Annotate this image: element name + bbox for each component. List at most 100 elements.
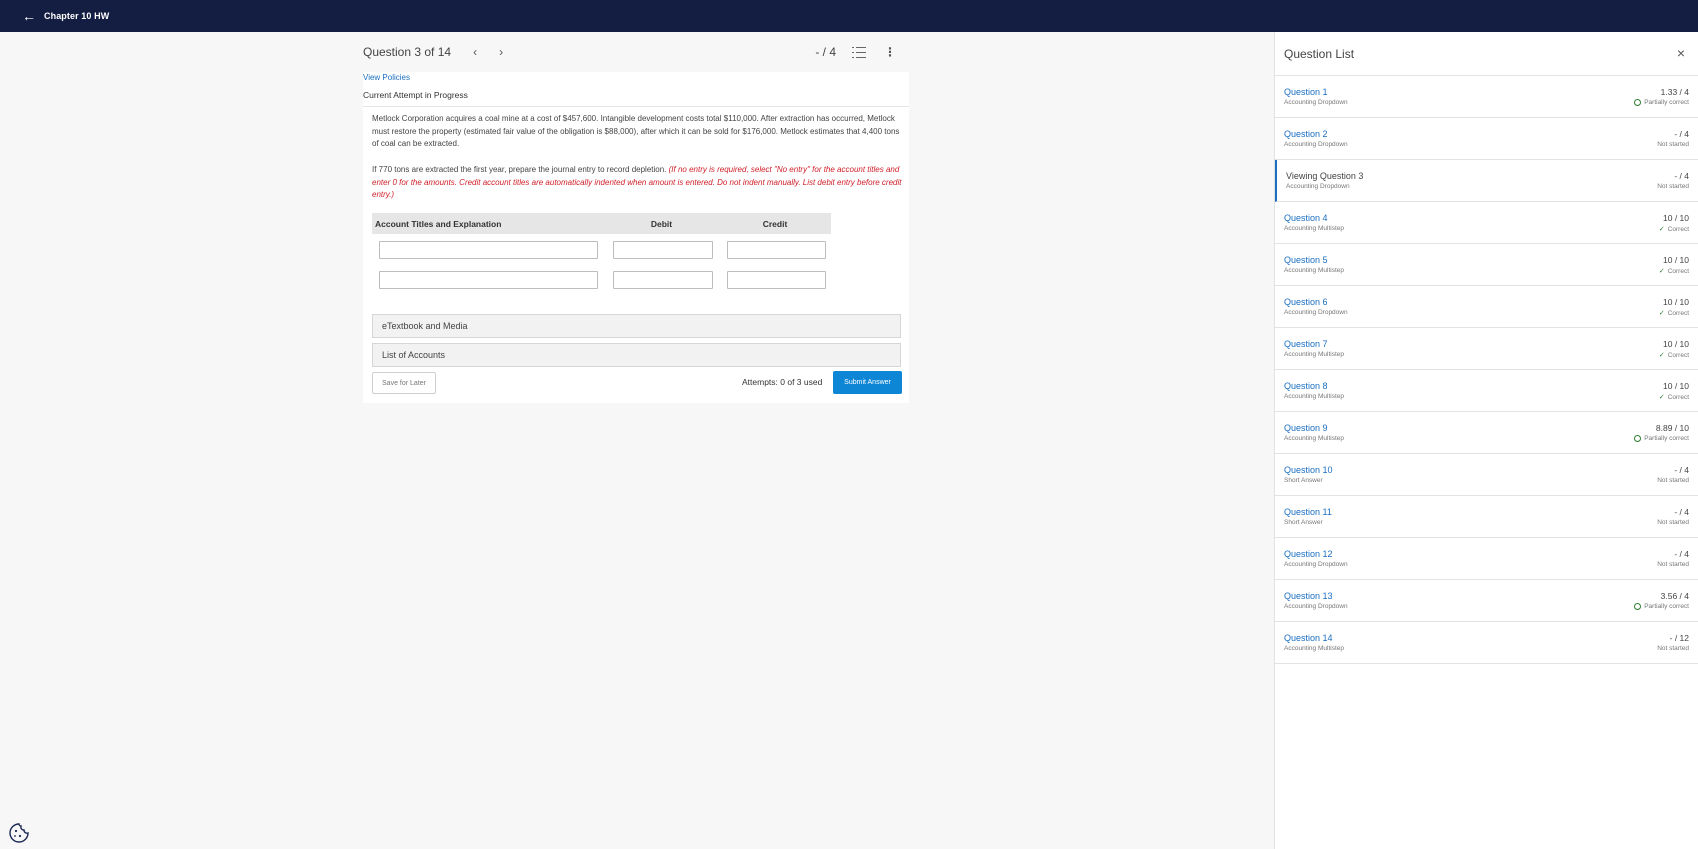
question-list-item[interactable]: Question 8 Accounting Multistep 10 / 10 ✓ Co… [1275,370,1698,412]
question-item-title: Viewing Question 3 [1286,171,1364,181]
question-item-score: 3.56 / 4 [1660,591,1689,601]
attempt-status: Current Attempt in Progress [363,90,468,100]
question-list-item[interactable]: Question 1 Accounting Dropdown 1.33 / 4 Par… [1275,76,1698,118]
question-list-item[interactable]: Question 13 Accounting Dropdown 3.56 / 4 Pa… [1275,580,1698,622]
etextbook-media-accordion[interactable]: eTextbook and Media [372,314,901,338]
question-item-status-text: Correct [1667,351,1689,359]
account-title-input-2[interactable] [379,271,598,289]
back-arrow-icon[interactable]: ← [22,9,36,23]
question-list-item[interactable]: Question 7 Accounting Multistep 10 / 10 ✓ Co… [1275,328,1698,370]
question-divider [363,106,909,107]
question-item-status: Not started [1657,183,1689,190]
question-item-score: 8.89 / 10 [1655,423,1689,433]
prev-question-icon[interactable]: ‹ [473,45,477,59]
question-item-status-text: Partially correct [1644,435,1689,442]
view-policies-link[interactable]: View Policies [363,73,410,82]
question-item-title: Question 1 [1284,87,1328,97]
question-list-item[interactable]: Question 6 Accounting Dropdown 10 / 10 ✓ Cor… [1275,286,1698,328]
journal-row [372,234,831,264]
journal-table-header: Account Titles and Explanation Debit Cre… [372,213,831,234]
debit-input-1[interactable] [613,241,713,259]
question-item-type: Accounting Multistep [1284,435,1344,442]
question-item-status-text: Partially correct [1644,99,1689,106]
checkmark-icon: ✓ [1658,226,1665,233]
submit-answer-button[interactable]: Submit Answer [833,371,902,394]
question-item-status-text: Not started [1657,561,1689,568]
question-item-status-text: Partially correct [1644,603,1689,610]
cookie-settings-icon[interactable] [8,822,30,844]
question-list-header: Question List × [1275,32,1698,76]
question-item-title: Question 4 [1284,213,1328,223]
question-item-type: Accounting Dropdown [1284,309,1348,316]
question-list-item[interactable]: Question 12 Accounting Dropdown - / 4 Not s… [1275,538,1698,580]
question-list-item[interactable]: Question 9 Accounting Multistep 8.89 / 10 P… [1275,412,1698,454]
question-item-status-text: Correct [1667,225,1689,233]
question-item-status: Not started [1657,561,1689,568]
question-item-type: Accounting Dropdown [1284,99,1348,106]
question-text: Metlock Corporation acquires a coal mine… [372,114,900,148]
question-item-type: Short Answer [1284,519,1323,526]
question-item-title: Question 5 [1284,255,1328,265]
partial-circle-icon [1634,99,1642,106]
question-item-title: Question 2 [1284,129,1328,139]
question-list-item[interactable]: Question 14 Accounting Multistep - / 12 Not… [1275,622,1698,664]
question-item-status: Not started [1657,645,1689,652]
close-icon[interactable]: × [1677,45,1685,61]
question-item-status: Not started [1657,519,1689,526]
question-list-item[interactable]: Question 11 Short Answer - / 4 Not started [1275,496,1698,538]
question-item-score: 10 / 10 [1663,297,1689,307]
question-list-item[interactable]: Question 10 Short Answer - / 4 Not started [1275,454,1698,496]
next-question-icon[interactable]: › [499,45,503,59]
question-item-status-text: Correct [1667,267,1689,275]
question-item-status: Partially correct [1634,435,1689,442]
question-item-status: ✓ Correct [1658,267,1689,276]
question-item-status-text: Not started [1657,519,1689,526]
list-of-accounts-accordion[interactable]: List of Accounts [372,343,901,367]
question-list-item[interactable]: Viewing Question 3 Accounting Dropdown - /… [1275,160,1698,202]
instruction-text: If 770 tons are extracted the first year… [372,165,667,174]
credit-input-2[interactable] [727,271,826,289]
question-item-status: ✓ Correct [1659,351,1689,360]
question-item-score: - / 4 [1674,129,1689,139]
more-options-icon[interactable]: ⋮ [884,45,896,59]
question-item-title: Question 11 [1284,507,1332,517]
question-item-status-text: Correct [1667,393,1689,401]
assignment-title[interactable]: Chapter 10 HW [44,11,109,21]
question-item-score: 10 / 10 [1663,381,1689,391]
question-list-item[interactable]: Question 4 Accounting Multistep 10 / 10 ✓ Co… [1275,202,1698,244]
question-item-status-text: Correct [1667,309,1689,317]
account-titles-header: Account Titles and Explanation [375,218,502,229]
question-item-status-text: Not started [1657,477,1689,484]
partial-circle-icon [1634,603,1642,610]
question-item-score: 1.33 / 4 [1660,87,1689,97]
question-instruction: If 770 tons are extracted the first year… [372,164,902,202]
question-item-status: Partially correct [1634,99,1689,106]
question-list: Question 1 Accounting Dropdown 1.33 / 4 Par… [1275,76,1698,664]
question-item-type: Accounting Multistep [1284,351,1344,358]
question-card: View Policies Current Attempt in Progres… [363,72,909,403]
question-item-type: Short Answer [1284,477,1323,484]
question-item-status: ✓ Correct [1658,225,1689,234]
question-item-status: Not started [1657,477,1689,484]
question-list-item[interactable]: Question 5 Accounting Multistep 10 / 10 ✓ Co… [1275,244,1698,286]
credit-input-1[interactable] [727,241,826,259]
question-counter: Question 3 of 14 [363,45,452,59]
question-item-score: - / 4 [1674,171,1689,181]
question-list-item[interactable]: Question 2 Accounting Dropdown - / 4 Not st… [1275,118,1698,160]
save-for-later-button[interactable]: Save for Later [372,372,436,394]
partial-circle-icon [1634,435,1642,442]
question-item-score: 10 / 10 [1663,213,1689,223]
question-item-status-text: Not started [1657,141,1689,148]
checkmark-icon: ✓ [1658,268,1665,275]
question-list-icon[interactable] [852,46,866,58]
question-item-type: Accounting Multistep [1284,645,1344,652]
question-item-type: Accounting Dropdown [1286,183,1350,190]
checkmark-icon: ✓ [1658,310,1665,317]
question-item-type: Accounting Multistep [1284,393,1344,400]
question-item-score: - / 12 [1669,633,1689,643]
question-item-title: Question 9 [1284,423,1328,433]
credit-header: Credit [762,218,788,229]
debit-input-2[interactable] [613,271,713,289]
question-item-type: Accounting Multistep [1284,225,1344,232]
account-title-input-1[interactable] [379,241,598,259]
